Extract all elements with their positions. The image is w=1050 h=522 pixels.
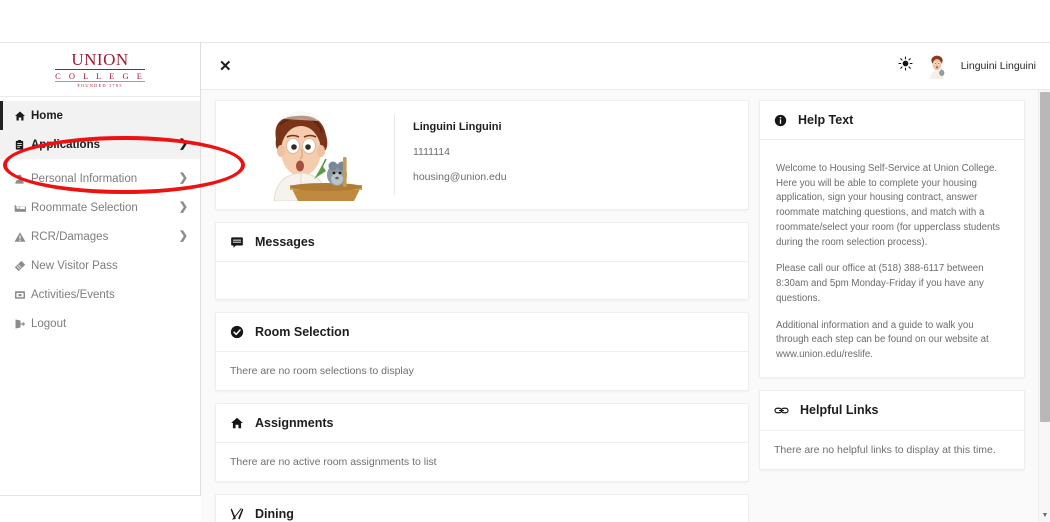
messages-card-body (216, 262, 748, 299)
sidebar-item-rcr-damages[interactable]: RCR/Damages ❯ (0, 222, 200, 251)
help-text-paragraph: Please call our office at (518) 388-6117… (776, 263, 984, 304)
user-name-label[interactable]: Linguini Linguini (961, 60, 1036, 72)
sidebar-item-label: Home (31, 109, 63, 122)
room-selection-card: Room Selection There are no room selecti… (215, 312, 749, 391)
room-selection-card-header: Room Selection (216, 313, 748, 352)
left-column: Linguini Linguini 1111114 housing@union.… (215, 100, 749, 522)
help-text-paragraph: Additional information and a guide to wa… (776, 319, 989, 361)
check-circle-icon (230, 325, 244, 339)
close-icon[interactable]: ✕ (219, 59, 232, 74)
sun-brightness-icon[interactable] (898, 56, 913, 76)
app-window: UNION C O L L E G E FOUNDED 1795 Home App… (0, 0, 1050, 522)
profile-id: 1111114 (413, 146, 450, 158)
profile-card: Linguini Linguini 1111114 housing@union.… (215, 100, 749, 210)
clipboard-icon (14, 139, 31, 151)
ticket-pass-icon (14, 260, 31, 272)
assignments-card-title: Assignments (255, 416, 334, 430)
profile-name: Linguini Linguini (413, 121, 502, 133)
chevron-right-icon[interactable]: ❯ (179, 173, 188, 184)
sidebar-item-roommate-selection[interactable]: Roommate Selection ❯ (0, 193, 200, 222)
message-bubble-icon (230, 235, 244, 249)
messages-card: Messages (215, 222, 749, 300)
help-text-card-body: Welcome to Housing Self-Service at Union… (760, 140, 1024, 377)
scroll-down-arrow-icon[interactable]: ▼ (1039, 509, 1050, 521)
logo-text: UNION C O L L E G E FOUNDED 1795 (55, 51, 145, 89)
top-gutter (0, 0, 1050, 42)
room-selection-card-body: There are no room selections to display (230, 365, 414, 377)
union-college-logo[interactable]: UNION C O L L E G E FOUNDED 1795 (0, 43, 200, 97)
sidebar-item-activities-events[interactable]: Activities/Events (0, 280, 200, 309)
sidebar-item-label: Activities/Events (31, 288, 115, 301)
bed-icon (14, 202, 31, 214)
person-icon (14, 173, 31, 185)
profile-info: Linguini Linguini 1111114 housing@union.… (395, 109, 748, 201)
vertical-scrollbar[interactable]: ▼ (1038, 90, 1050, 522)
sidebar-item-logout[interactable]: Logout (0, 309, 200, 338)
sidebar-item-label: RCR/Damages (31, 230, 109, 243)
help-text-card-title: Help Text (798, 113, 854, 127)
main-content: Linguini Linguini 1111114 housing@union.… (201, 90, 1039, 522)
messages-card-header: Messages (216, 223, 748, 262)
sidebar-item-applications[interactable]: Applications ❯ (0, 130, 200, 159)
logo-college-line: C O L L E G E (55, 70, 145, 83)
header-right-group: Linguini Linguini (898, 53, 1036, 79)
helpful-links-card-header: Helpful Links (760, 391, 1024, 431)
profile-photo (216, 109, 394, 201)
sidebar-item-label: Logout (31, 317, 67, 330)
helpful-links-card-body: There are no helpful links to display at… (774, 443, 996, 456)
utensils-icon (230, 507, 244, 521)
link-chain-icon (774, 403, 789, 418)
help-text-card: Help Text Welcome to Housing Self-Servic… (759, 100, 1025, 378)
home-icon (14, 110, 31, 122)
sidebar-nav: Home Applications ❯ Personal Information ❯ Ro… (0, 97, 200, 338)
chevron-right-icon[interactable]: ❯ (179, 139, 188, 150)
chevron-right-icon[interactable]: ❯ (179, 231, 188, 242)
helpful-links-card: Helpful Links There are no helpful links… (759, 389, 1025, 470)
assignments-card-body: There are no active room assignments to … (230, 456, 437, 468)
assignments-card: Assignments There are no active room ass… (215, 403, 749, 482)
assignments-card-header: Assignments (216, 404, 748, 443)
dining-card-title: Dining (255, 507, 294, 521)
help-text-paragraph: Welcome to Housing Self-Service at Union… (776, 163, 1000, 248)
logo-founded-line: FOUNDED 1795 (77, 83, 123, 89)
top-header-bar: ✕ Linguini Linguini (201, 42, 1050, 90)
scrollbar-thumb[interactable] (1040, 92, 1050, 422)
calendar-icon (14, 289, 31, 301)
sidebar-bottom-strip (0, 495, 201, 522)
warning-icon (14, 231, 31, 243)
home-icon (230, 416, 244, 430)
right-column: Help Text Welcome to Housing Self-Servic… (759, 100, 1025, 482)
messages-card-title: Messages (255, 235, 315, 249)
logo-union-line: UNION (55, 51, 145, 70)
sidebar-item-personal-information[interactable]: Personal Information ❯ (0, 164, 200, 193)
dining-card-header: Dining (216, 495, 748, 522)
avatar[interactable] (923, 53, 950, 79)
sidebar-item-label: New Visitor Pass (31, 259, 118, 272)
logout-icon (14, 318, 31, 330)
chevron-right-icon[interactable]: ❯ (179, 202, 188, 213)
sidebar-item-label: Applications (31, 138, 101, 151)
sidebar-item-label: Roommate Selection (31, 201, 138, 214)
info-circle-icon (774, 114, 787, 127)
helpful-links-card-title: Helpful Links (800, 403, 879, 418)
help-text-card-header: Help Text (760, 101, 1024, 140)
sidebar-item-new-visitor-pass[interactable]: New Visitor Pass (0, 251, 200, 280)
sidebar: UNION C O L L E G E FOUNDED 1795 Home App… (0, 42, 201, 495)
dining-card: Dining (215, 494, 749, 522)
profile-email: housing@union.edu (413, 171, 507, 183)
sidebar-item-home[interactable]: Home (0, 101, 200, 130)
sidebar-item-label: Personal Information (31, 172, 138, 185)
room-selection-card-title: Room Selection (255, 325, 350, 339)
